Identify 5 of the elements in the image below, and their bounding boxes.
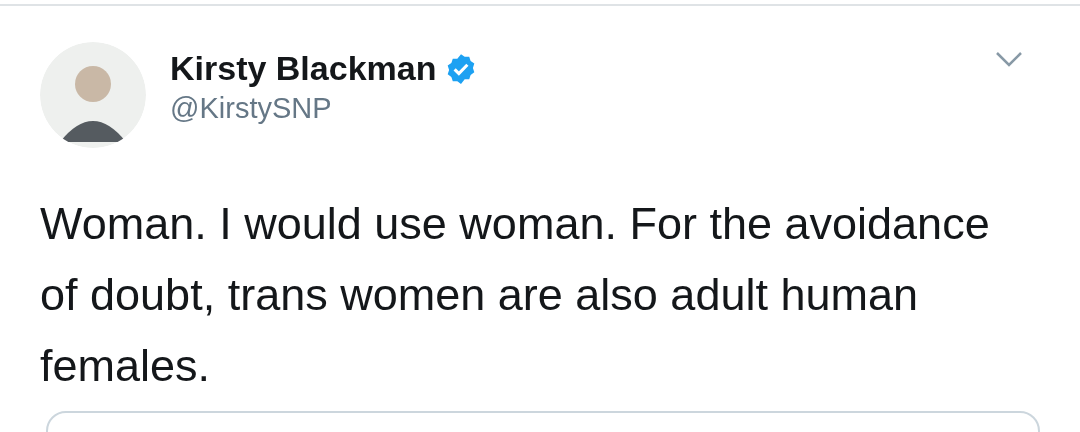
avatar[interactable] <box>40 42 146 148</box>
author-handle[interactable]: @KirstySNP <box>170 91 994 127</box>
caret-icon[interactable] <box>994 50 1024 68</box>
author-name[interactable]: Kirsty Blackman <box>170 50 437 88</box>
tweet-text: Woman. I would use woman. For the avoidance of doubt, trans women are also adult human females. <box>40 197 991 393</box>
